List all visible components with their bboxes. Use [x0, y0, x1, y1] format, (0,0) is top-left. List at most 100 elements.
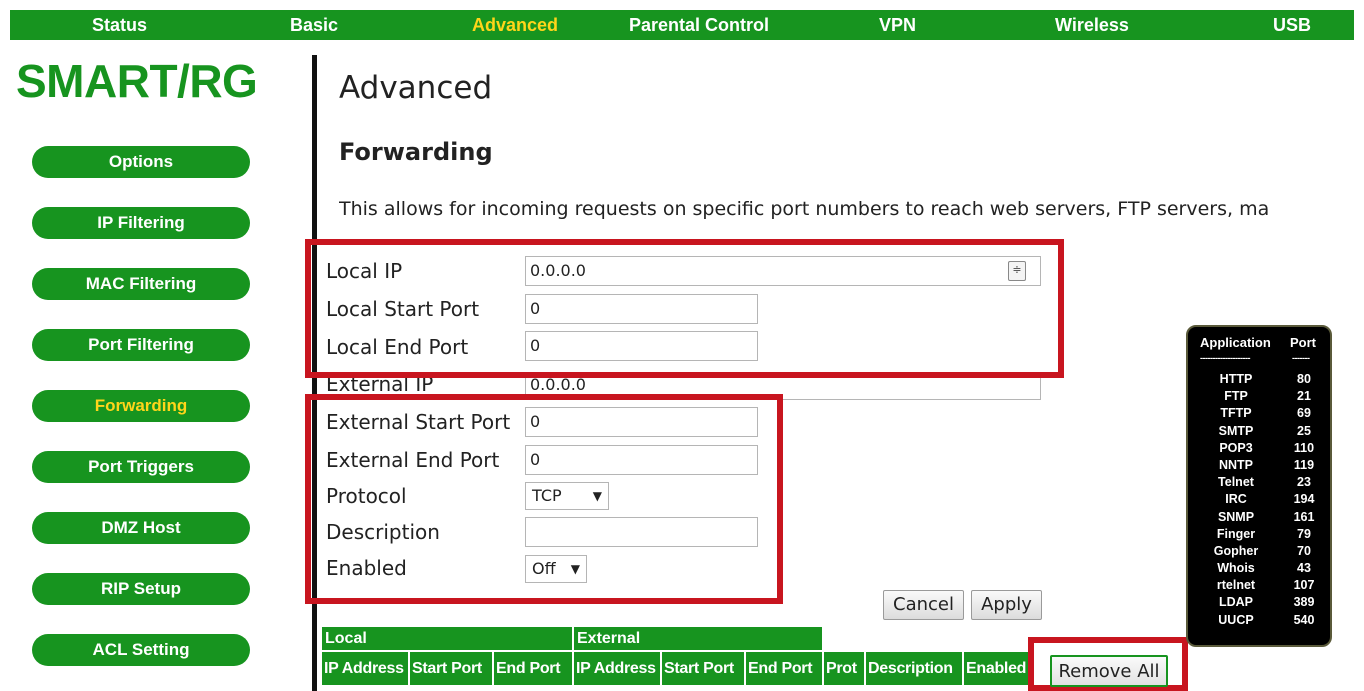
nav-usb[interactable]: USB: [1273, 10, 1311, 40]
col-protocol: Prot: [824, 652, 866, 685]
cancel-button[interactable]: Cancel: [883, 590, 964, 620]
sidebar-item-port-triggers[interactable]: Port Triggers: [32, 451, 250, 483]
protocol-select[interactable]: TCP ▼: [525, 482, 609, 510]
port-ref-row: TFTP 69: [1188, 405, 1330, 422]
port-ref-row: UUCP 540: [1188, 612, 1330, 629]
nav-status[interactable]: Status: [92, 10, 147, 40]
port-reference-panel: Application Port -------------------- --…: [1186, 325, 1332, 647]
col-local-end-port: End Port: [494, 652, 574, 685]
port-ref-row: POP3 110: [1188, 440, 1330, 457]
external-start-port-label: External Start Port: [326, 410, 511, 434]
port-ref-header-app: Application: [1200, 335, 1271, 350]
external-ip-label: External IP: [326, 376, 434, 396]
sidebar-divider: [312, 55, 317, 691]
section-description: This allows for incoming requests on spe…: [339, 198, 1270, 220]
top-nav-bar: Status Basic Advanced Parental Control V…: [10, 10, 1354, 40]
port-ref-port: 161: [1293, 509, 1315, 524]
port-ref-row: Whois 43: [1188, 560, 1330, 577]
sidebar-item-rip-setup[interactable]: RIP Setup: [32, 573, 250, 605]
col-local-start-port: Start Port: [410, 652, 494, 685]
remove-all-button[interactable]: Remove All: [1050, 655, 1168, 687]
ip-field-icon[interactable]: ≑: [1008, 261, 1026, 281]
port-ref-app: Finger: [1216, 526, 1256, 541]
port-ref-app: TFTP: [1220, 406, 1252, 421]
description-label: Description: [326, 520, 440, 544]
port-ref-app: IRC: [1225, 492, 1247, 507]
table-group-local: Local: [322, 627, 574, 650]
port-ref-row: NNTP 119: [1188, 457, 1330, 474]
col-external-ip-address: IP Address: [574, 652, 662, 685]
port-ref-dashes-port: -------: [1292, 353, 1310, 363]
sidebar-item-port-filtering[interactable]: Port Filtering: [32, 329, 250, 361]
port-ref-port: 25: [1297, 423, 1311, 438]
port-ref-row: Telnet 23: [1188, 474, 1330, 491]
port-ref-row: Finger 79: [1188, 526, 1330, 543]
port-ref-port: 79: [1297, 526, 1311, 541]
external-ip-row: External IP 0.0.0.0: [318, 376, 1058, 402]
port-ref-app: FTP: [1224, 389, 1248, 404]
external-start-port-input[interactable]: 0: [525, 407, 758, 437]
port-ref-app: Gopher: [1213, 543, 1259, 558]
external-end-port-label: External End Port: [326, 448, 500, 472]
port-ref-app: LDAP: [1218, 595, 1254, 610]
local-start-port-label: Local Start Port: [326, 297, 480, 321]
col-external-end-port: End Port: [746, 652, 824, 685]
port-ref-app: NNTP: [1218, 457, 1254, 472]
brand-logo: SMART/RG: [16, 55, 258, 107]
port-ref-port: 194: [1293, 492, 1315, 507]
col-local-ip-address: IP Address: [322, 652, 410, 685]
local-ip-input[interactable]: 0.0.0.0: [525, 256, 1041, 286]
external-end-port-input[interactable]: 0: [525, 445, 758, 475]
port-ref-app: rtelnet: [1216, 578, 1256, 593]
port-ref-app: Whois: [1217, 561, 1255, 576]
page-title: Advanced: [339, 70, 493, 106]
nav-wireless[interactable]: Wireless: [1055, 10, 1129, 40]
sidebar-item-acl-setting[interactable]: ACL Setting: [32, 634, 250, 666]
table-group-external: External: [574, 627, 824, 650]
col-external-start-port: Start Port: [662, 652, 746, 685]
external-ip-input[interactable]: 0.0.0.0: [525, 376, 1041, 400]
local-start-port-input[interactable]: 0: [525, 294, 758, 324]
local-end-port-input[interactable]: 0: [525, 331, 758, 361]
port-ref-port: 110: [1293, 440, 1315, 455]
port-ref-port: 70: [1297, 543, 1311, 558]
section-title: Forwarding: [339, 138, 493, 166]
port-ref-app: UUCP: [1218, 612, 1254, 627]
port-ref-port: 80: [1297, 372, 1311, 386]
nav-parental-control[interactable]: Parental Control: [629, 10, 769, 40]
sidebar-item-forwarding[interactable]: Forwarding: [32, 390, 250, 422]
sidebar-item-options[interactable]: Options: [32, 146, 250, 178]
port-ref-row: Gopher 70: [1188, 543, 1330, 560]
port-ref-port: 21: [1297, 389, 1311, 404]
enabled-label: Enabled: [326, 556, 407, 580]
port-ref-header-port: Port: [1290, 335, 1316, 350]
port-ref-row: LDAP 389: [1188, 594, 1330, 611]
port-ref-row: rtelnet 107: [1188, 577, 1330, 594]
sidebar-item-ip-filtering[interactable]: IP Filtering: [32, 207, 250, 239]
port-ref-app: POP3: [1219, 440, 1253, 455]
port-ref-row: IRC 194: [1188, 491, 1330, 508]
port-ref-list: HTTP 80 FTP 21 TFTP 69 SMTP 25 POP3 110 NNTP 1…: [1188, 371, 1330, 629]
port-ref-dashes-app: --------------------: [1200, 353, 1250, 363]
protocol-value: TCP: [532, 486, 562, 505]
port-ref-port: 107: [1293, 578, 1315, 593]
enabled-select[interactable]: Off ▼: [525, 555, 587, 583]
port-ref-port: 540: [1293, 612, 1315, 627]
port-ref-row: HTTP 80: [1188, 371, 1330, 388]
port-ref-port: 23: [1297, 475, 1311, 490]
port-ref-app: HTTP: [1219, 372, 1253, 386]
sidebar-item-dmz-host[interactable]: DMZ Host: [32, 512, 250, 544]
port-ref-port: 43: [1297, 561, 1311, 576]
sidebar-item-mac-filtering[interactable]: MAC Filtering: [32, 268, 250, 300]
apply-button[interactable]: Apply: [971, 590, 1042, 620]
port-ref-port: 389: [1293, 595, 1315, 610]
nav-basic[interactable]: Basic: [290, 10, 338, 40]
port-ref-port: 69: [1297, 406, 1311, 421]
description-input[interactable]: [525, 517, 758, 547]
local-end-port-label: Local End Port: [326, 335, 469, 359]
enabled-value: Off: [532, 559, 556, 578]
nav-vpn[interactable]: VPN: [879, 10, 916, 40]
col-enabled: Enabled: [964, 652, 1028, 685]
port-ref-row: SMTP 25: [1188, 423, 1330, 440]
nav-advanced[interactable]: Advanced: [472, 10, 558, 40]
